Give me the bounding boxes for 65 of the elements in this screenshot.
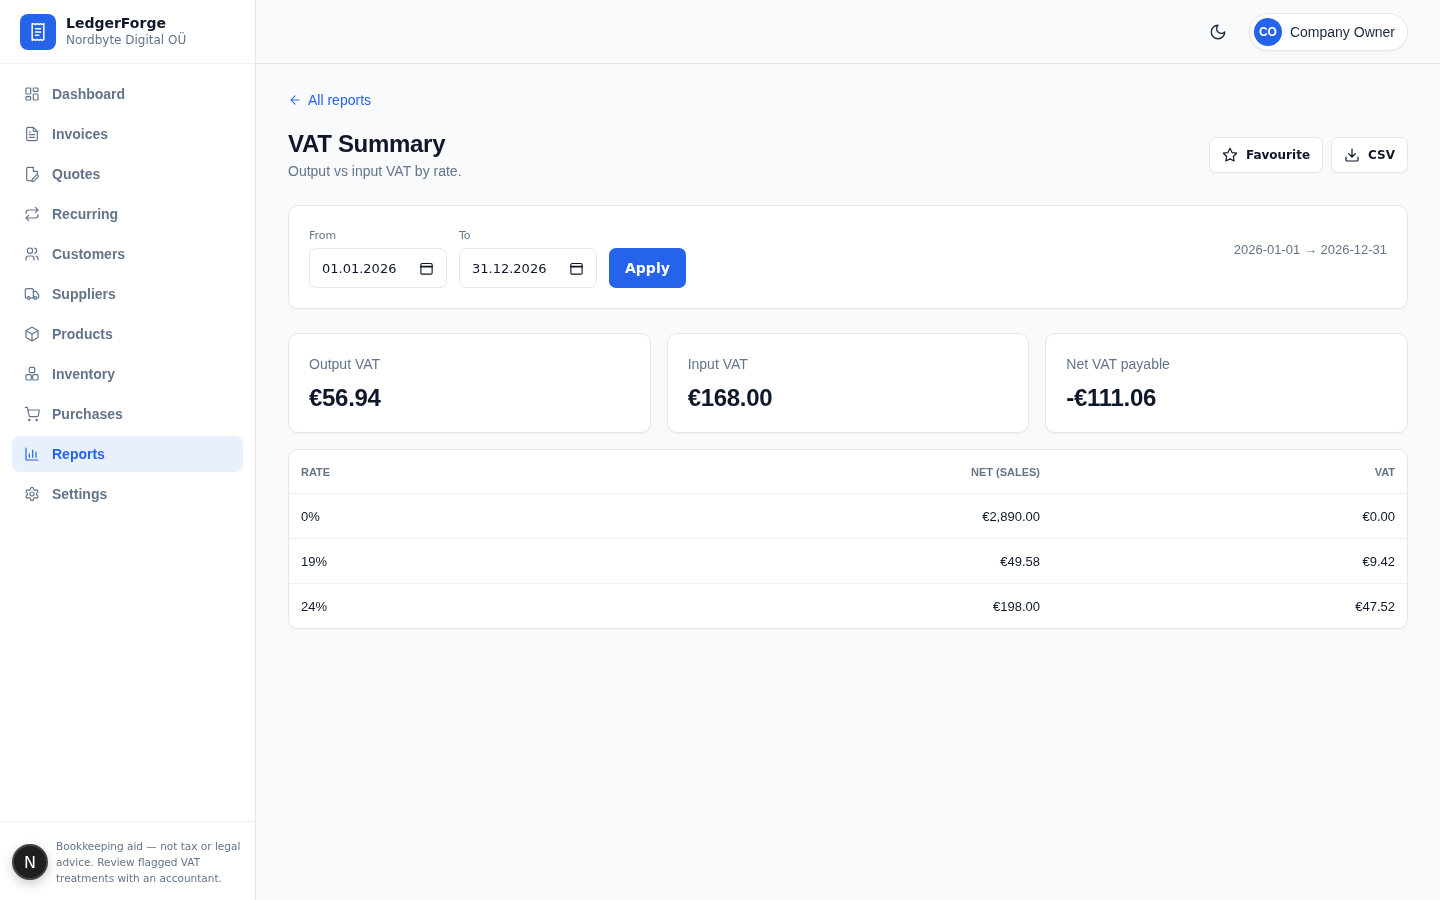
table-cell-text: 24% [301,598,329,614]
stat-label: Output VAT [309,356,382,372]
export-button[interactable]: CSV [1331,137,1408,173]
column-header: VAT [1374,465,1395,478]
date-field[interactable]: 01.01.2026 [309,248,447,288]
app-name: LedgerForge [66,15,167,32]
table-cell: €198.00 [993,598,1040,614]
user-avatar: CO [1253,17,1282,46]
favourite-button[interactable]: Favourite [1208,137,1324,173]
table-cell-text: 0% [301,508,321,524]
repeat-icon [24,206,40,222]
sidebar-item[interactable]: Settings [12,476,243,512]
calendar-icon [569,260,584,276]
user-menu-button[interactable]: CO Company Owner [1248,12,1408,51]
sidebar-item[interactable]: Customers [12,236,243,272]
download-icon [1344,147,1361,163]
sidebar-item[interactable]: Recurring [12,196,243,232]
company-name: Nordbyte Digital OÜ [66,32,187,48]
moon-icon [1208,22,1227,41]
users-icon [24,246,40,262]
column-header: RATE [301,465,332,478]
page-title: VAT Summary [288,129,447,159]
date-field[interactable]: 31.12.2026 [459,248,597,288]
apply-button[interactable]: Apply [609,248,686,288]
app-logo-icon [20,13,56,50]
bar-chart-icon [24,446,40,462]
settings-icon [24,486,40,502]
table-cell: €47.52 [1355,598,1395,614]
page-subtitle: Output vs input VAT by rate. [288,163,462,179]
table-cell: €0.00 [1362,508,1395,524]
table-cell: €9.42 [1362,553,1395,569]
field-label: To [459,229,472,242]
stat-label: Input VAT [687,356,749,372]
sidebar-item[interactable]: Purchases [12,396,243,432]
stat-value: €168.00 [687,384,774,412]
back-link[interactable]: All reports [288,92,372,108]
star-icon [1221,147,1238,163]
sidebar-item[interactable]: Suppliers [12,276,243,312]
disclaimer-text: Bookkeeping aid — not tax or legal advice. Review flagged VAT treatments with an accountant. [56,839,242,886]
table-cell: €2,890.00 [982,508,1040,524]
document-pen-icon [24,166,40,182]
table-cell-text: 19% [301,553,329,569]
arrow-left-icon [288,93,302,107]
dev-tools-button[interactable]: N [12,844,48,880]
stat-value: -€111.06 [1066,384,1158,412]
boxes-icon [24,366,40,382]
sidebar-item[interactable]: Quotes [12,156,243,192]
table-cell: €49.58 [1000,553,1040,569]
dashboard-icon [24,86,40,102]
document-icon [24,126,40,142]
calendar-icon [419,260,434,276]
truck-icon [24,286,40,302]
column-header: NET (SALES) [970,465,1040,478]
sidebar-item[interactable]: Invoices [12,116,243,152]
box-icon [24,326,40,342]
cart-icon [24,406,40,422]
field-label: From [309,229,338,242]
sidebar-item[interactable]: Inventory [12,356,243,392]
user-name: Company Owner [1289,23,1395,40]
sidebar-item[interactable]: Reports [12,436,243,472]
sidebar-item[interactable]: Dashboard [12,76,243,112]
date-range-text: 2026-01-01 → 2026-12-31 [1233,241,1387,257]
stat-label: Net VAT payable [1066,356,1171,372]
sidebar-item[interactable]: Products [12,316,243,352]
stat-value: €56.94 [309,384,382,412]
